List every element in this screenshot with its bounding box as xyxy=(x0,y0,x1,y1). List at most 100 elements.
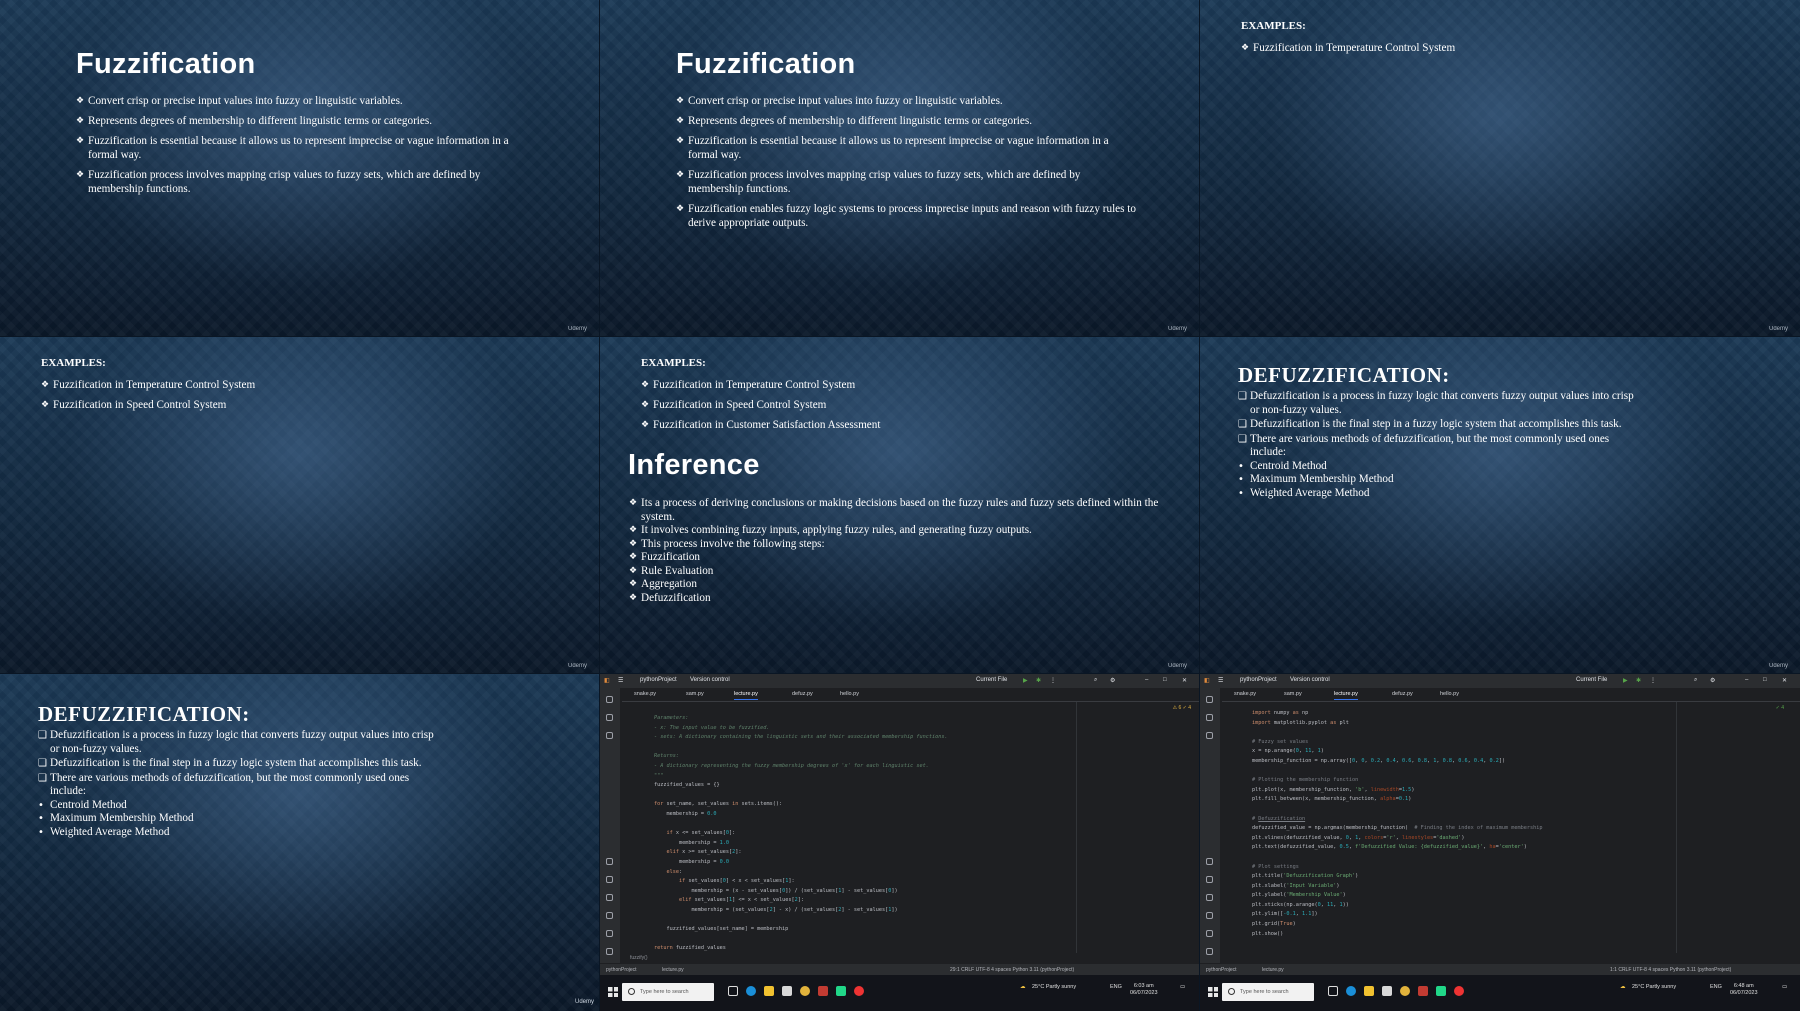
status-info[interactable]: 29:1 CRLF UTF-8 4 spaces Python 3.11 (py… xyxy=(950,967,1074,973)
windows-start-icon[interactable] xyxy=(608,987,618,997)
pycharm-icon[interactable] xyxy=(836,986,846,996)
tab-defuz[interactable]: defuz.py xyxy=(1392,691,1413,697)
breadcrumb-project[interactable]: pythonProject xyxy=(606,967,637,973)
function-breadcrumb[interactable]: fuzzify() xyxy=(630,955,648,961)
tab-snake[interactable]: snake.py xyxy=(634,691,656,697)
run-icon[interactable]: ▶ xyxy=(1623,677,1628,684)
weather-text[interactable]: 25°C Partly sunny xyxy=(1632,984,1676,990)
python-console-icon[interactable] xyxy=(606,858,613,865)
problems-icon[interactable] xyxy=(1206,930,1213,937)
method-item: • Centroid Method xyxy=(1238,459,1327,472)
maximize-icon[interactable]: □ xyxy=(1163,677,1167,683)
tab-sam[interactable]: sam.py xyxy=(1284,691,1302,697)
language-indicator[interactable]: ENG xyxy=(1110,984,1122,990)
breadcrumb-file[interactable]: lecture.py xyxy=(662,967,684,973)
bullet-list: ❖ Convert crisp or precise input values i… xyxy=(76,94,531,202)
tab-snake[interactable]: snake.py xyxy=(1234,691,1256,697)
packages-icon[interactable] xyxy=(606,876,613,883)
weather-text[interactable]: 25°C Partly sunny xyxy=(1032,984,1076,990)
udemy-watermark: Udemy xyxy=(1768,326,1788,332)
tab-hello[interactable]: hello.py xyxy=(1440,691,1459,697)
more-icon[interactable]: ⋮ xyxy=(1650,677,1656,684)
bookmarks-tool-icon[interactable] xyxy=(606,732,613,739)
search-icon[interactable]: ⌕ xyxy=(1694,677,1697,684)
run-config-selector[interactable]: Current File xyxy=(976,677,1007,683)
breadcrumb-project[interactable]: pythonProject xyxy=(1206,967,1237,973)
chrome-icon[interactable] xyxy=(800,986,810,996)
inspection-widget[interactable]: ⚠ 6 ✓ 4 xyxy=(1173,705,1191,711)
weather-icon[interactable]: ☁ xyxy=(1620,984,1626,990)
minimize-icon[interactable]: – xyxy=(1745,677,1748,683)
tab-sam[interactable]: sam.py xyxy=(686,691,704,697)
project-selector[interactable]: pythonProject xyxy=(1240,677,1277,683)
bullet-item: ❖ Fuzzification process involves mapping … xyxy=(76,169,481,195)
notification-icon[interactable]: ▭ xyxy=(1180,984,1185,990)
system-clock[interactable]: 6:03 am 06/07/2023 xyxy=(1130,983,1158,997)
tab-defuz[interactable]: defuz.py xyxy=(792,691,813,697)
run-icon[interactable]: ▶ xyxy=(1023,677,1028,684)
close-icon[interactable]: ✕ xyxy=(1782,677,1787,684)
store-icon[interactable] xyxy=(1382,986,1392,996)
menu-icon[interactable]: ☰ xyxy=(1218,677,1223,684)
mail-icon[interactable] xyxy=(818,986,828,996)
store-icon[interactable] xyxy=(782,986,792,996)
taskbar-search-box[interactable]: Type here to search xyxy=(1222,983,1314,1001)
more-icon[interactable]: ⋮ xyxy=(1050,677,1056,684)
settings-icon[interactable]: ⚙ xyxy=(1110,677,1115,684)
git-icon[interactable] xyxy=(1206,948,1213,955)
menu-icon[interactable]: ☰ xyxy=(618,677,623,684)
project-tool-icon[interactable] xyxy=(606,696,613,703)
tab-hello[interactable]: hello.py xyxy=(840,691,859,697)
python-console-icon[interactable] xyxy=(1206,858,1213,865)
minimize-icon[interactable]: – xyxy=(1145,677,1148,683)
git-icon[interactable] xyxy=(606,948,613,955)
packages-icon[interactable] xyxy=(1206,876,1213,883)
mail-icon[interactable] xyxy=(1418,986,1428,996)
services-icon[interactable] xyxy=(606,894,613,901)
tab-lecture[interactable]: lecture.py xyxy=(734,691,758,700)
structure-tool-icon[interactable] xyxy=(606,714,613,721)
bullet-item: ❖ Defuzzification xyxy=(629,591,711,604)
task-view-icon[interactable] xyxy=(1328,986,1338,996)
structure-tool-icon[interactable] xyxy=(1206,714,1213,721)
recorder-icon[interactable] xyxy=(854,986,864,996)
tab-lecture[interactable]: lecture.py xyxy=(1334,691,1358,700)
run-config-selector[interactable]: Current File xyxy=(1576,677,1607,683)
file-explorer-icon[interactable] xyxy=(1364,986,1374,996)
debug-icon[interactable]: ✱ xyxy=(1636,677,1641,684)
breadcrumb-file[interactable]: lecture.py xyxy=(1262,967,1284,973)
language-indicator[interactable]: ENG xyxy=(1710,984,1722,990)
system-clock[interactable]: 6:48 am 06/07/2023 xyxy=(1730,983,1758,997)
problems-icon[interactable] xyxy=(606,930,613,937)
settings-icon[interactable]: ⚙ xyxy=(1710,677,1715,684)
notification-icon[interactable]: ▭ xyxy=(1782,984,1787,990)
vcs-selector[interactable]: Version control xyxy=(690,677,730,683)
project-selector[interactable]: pythonProject xyxy=(640,677,677,683)
file-explorer-icon[interactable] xyxy=(764,986,774,996)
project-tool-icon[interactable] xyxy=(1206,696,1213,703)
close-icon[interactable]: ✕ xyxy=(1182,677,1187,684)
pycharm-icon[interactable] xyxy=(1436,986,1446,996)
code-editor[interactable]: import numpy as np import matplotlib.pyp… xyxy=(1252,709,1542,939)
search-icon[interactable]: ⌕ xyxy=(1094,677,1097,684)
edge-icon[interactable] xyxy=(746,986,756,996)
code-editor[interactable]: Parameters: - x: The input value to be f… xyxy=(654,714,948,954)
debug-icon[interactable]: ✱ xyxy=(1036,677,1041,684)
udemy-watermark: Udemy xyxy=(567,326,587,332)
chrome-icon[interactable] xyxy=(1400,986,1410,996)
weather-icon[interactable]: ☁ xyxy=(1020,984,1026,990)
ide-window-left: ◧ ☰ pythonProject Version control Curren… xyxy=(600,674,1199,975)
task-view-icon[interactable] xyxy=(728,986,738,996)
terminal-icon[interactable] xyxy=(606,912,613,919)
terminal-icon[interactable] xyxy=(1206,912,1213,919)
status-info[interactable]: 1:1 CRLF UTF-8 4 spaces Python 3.11 (pyt… xyxy=(1610,967,1731,973)
services-icon[interactable] xyxy=(1206,894,1213,901)
windows-start-icon[interactable] xyxy=(1208,987,1218,997)
taskbar-search-box[interactable]: Type here to search xyxy=(622,983,714,1001)
recorder-icon[interactable] xyxy=(1454,986,1464,996)
inspection-widget[interactable]: ✓ 4 xyxy=(1776,705,1784,711)
bookmarks-tool-icon[interactable] xyxy=(1206,732,1213,739)
maximize-icon[interactable]: □ xyxy=(1763,677,1767,683)
vcs-selector[interactable]: Version control xyxy=(1290,677,1330,683)
edge-icon[interactable] xyxy=(1346,986,1356,996)
